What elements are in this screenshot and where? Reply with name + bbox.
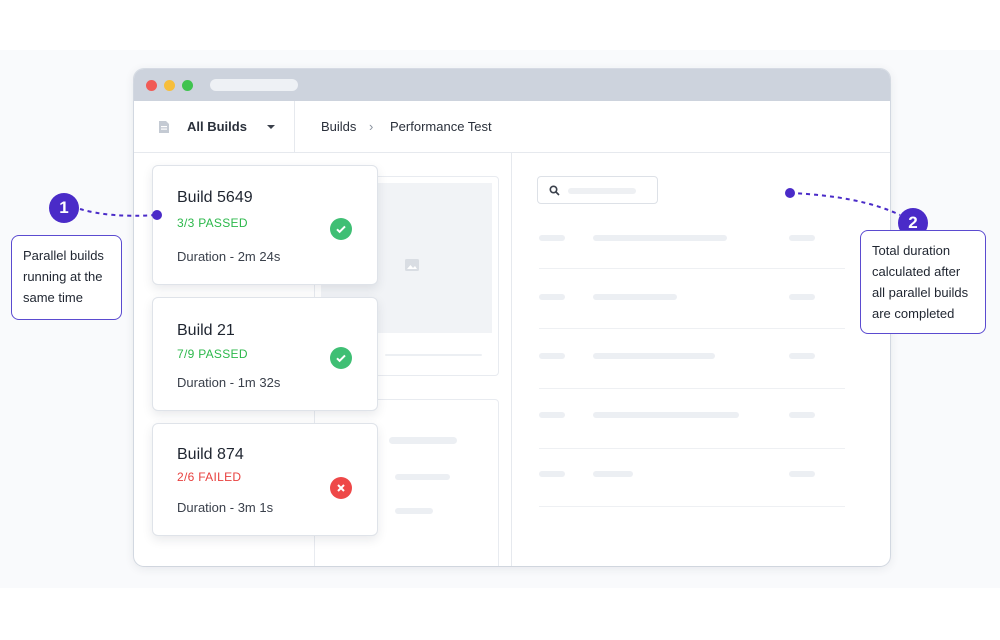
breadcrumb-separator: ›	[369, 119, 374, 134]
row-cell	[789, 471, 815, 477]
build-title: Build 5649	[177, 189, 253, 206]
row-cell	[593, 294, 677, 300]
build-status: 3/3 PASSED	[177, 216, 248, 230]
row-cell	[593, 412, 739, 418]
build-card[interactable]: Build 21 7/9 PASSED Duration - 1m 32s	[152, 297, 378, 411]
window-titlebar	[134, 69, 890, 101]
search-input[interactable]	[537, 176, 658, 204]
row-cell	[539, 412, 565, 418]
annotation-callout-1: Parallel builds running at the same time	[11, 235, 122, 320]
build-duration: Duration - 1m 32s	[177, 375, 281, 390]
build-card[interactable]: Build 874 2/6 FAILED Duration - 3m 1s	[152, 423, 378, 536]
build-card[interactable]: Build 5649 3/3 PASSED Duration - 2m 24s	[152, 165, 378, 285]
callout-line: calculated after	[872, 264, 961, 279]
app-toolbar: All Builds Builds › Performance Test	[134, 101, 890, 153]
close-window-button[interactable]	[146, 80, 157, 91]
preview-line	[385, 354, 482, 356]
row-cell	[539, 294, 565, 300]
list-row[interactable]	[539, 447, 845, 507]
row-cell	[593, 471, 633, 477]
breadcrumb-current: Performance Test	[390, 119, 492, 134]
check-circle-icon	[330, 347, 352, 369]
build-status: 7/9 PASSED	[177, 347, 248, 361]
address-bar[interactable]	[210, 79, 298, 91]
search-icon	[549, 185, 560, 196]
callout-line: are completed	[872, 306, 955, 321]
details-line	[395, 474, 450, 480]
list-row[interactable]	[539, 209, 845, 269]
callout-line: same time	[23, 290, 83, 305]
row-cell	[539, 235, 565, 241]
row-cell	[593, 235, 727, 241]
maximize-window-button[interactable]	[182, 80, 193, 91]
search-placeholder	[568, 188, 636, 194]
build-title: Build 874	[177, 446, 244, 463]
row-cell	[789, 294, 815, 300]
breadcrumb-builds-link[interactable]: Builds	[321, 119, 356, 134]
annotation-marker-1: 1	[49, 193, 79, 223]
x-circle-icon	[330, 477, 352, 499]
minimize-window-button[interactable]	[164, 80, 175, 91]
document-icon	[159, 121, 169, 133]
row-cell	[789, 412, 815, 418]
callout-line: Total duration	[872, 243, 951, 258]
callout-line: running at the	[23, 269, 103, 284]
check-circle-icon	[330, 218, 352, 240]
details-line	[389, 437, 457, 444]
build-status: 2/6 FAILED	[177, 470, 242, 484]
panel-divider	[511, 153, 512, 566]
image-placeholder-icon	[405, 259, 419, 271]
builds-dropdown-label: All Builds	[187, 119, 247, 134]
build-duration: Duration - 3m 1s	[177, 500, 274, 515]
annotation-callout-2: Total duration calculated after all para…	[860, 230, 986, 334]
list-row[interactable]	[539, 389, 845, 449]
build-duration: Duration - 2m 24s	[177, 249, 281, 264]
row-cell	[789, 353, 815, 359]
callout-line: Parallel builds	[23, 248, 104, 263]
row-cell	[539, 471, 565, 477]
list-row[interactable]	[539, 329, 845, 389]
caret-down-icon	[267, 125, 275, 129]
list-row[interactable]	[539, 269, 845, 329]
build-title: Build 21	[177, 322, 235, 339]
callout-line: all parallel builds	[872, 285, 969, 300]
row-cell	[789, 235, 815, 241]
builds-dropdown[interactable]: All Builds	[134, 101, 295, 153]
details-line	[395, 508, 433, 514]
row-cell	[539, 353, 565, 359]
row-cell	[593, 353, 715, 359]
